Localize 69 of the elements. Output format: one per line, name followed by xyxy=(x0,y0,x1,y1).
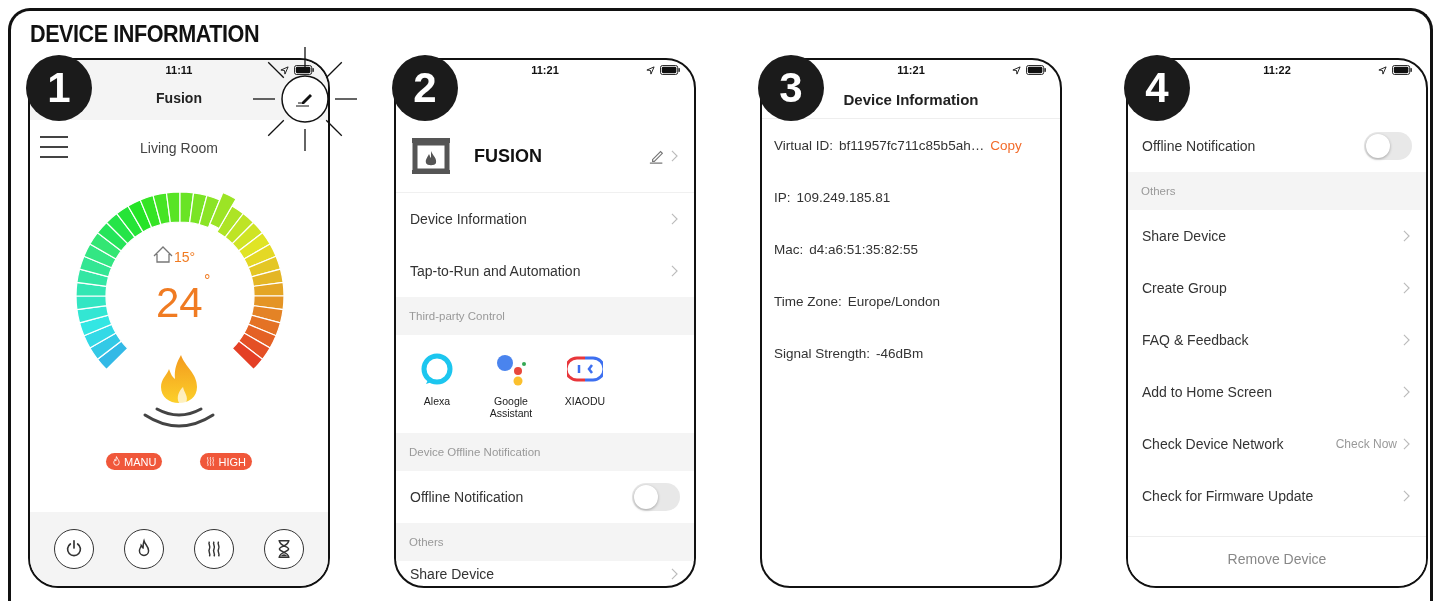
battery-icon xyxy=(1392,65,1412,75)
integration-label: XIAODU xyxy=(563,395,607,408)
control-button[interactable] xyxy=(54,529,94,569)
info-label: Virtual ID: xyxy=(774,137,834,153)
control-button[interactable] xyxy=(194,529,234,569)
info-value: 109.249.185.81 xyxy=(796,189,891,205)
section-header: Device Offline Notification xyxy=(396,433,694,471)
section-header: Others xyxy=(396,523,694,561)
settings-row[interactable]: Check for Firmware Update xyxy=(1128,470,1426,522)
control-button[interactable] xyxy=(264,529,304,569)
integration-label: Google Assistant xyxy=(488,395,534,420)
settings-row[interactable]: Create Group xyxy=(1128,262,1426,314)
setting-label: Offline Notification xyxy=(410,489,525,505)
mode-badge: HIGH xyxy=(200,453,252,470)
section-header: Others xyxy=(1128,172,1426,210)
settings-row[interactable]: Add to Home Screen xyxy=(1128,366,1426,418)
info-label: IP: xyxy=(774,189,791,205)
chevron-right-icon xyxy=(1403,438,1410,450)
info-label: Time Zone: xyxy=(774,293,842,309)
menu-icon[interactable] xyxy=(40,136,68,158)
info-value: d4:a6:51:35:82:55 xyxy=(809,241,919,257)
info-label: Mac: xyxy=(774,241,804,257)
location-arrow-icon xyxy=(646,65,655,75)
screen-title: Fusion xyxy=(156,90,202,106)
status-time: 11:21 xyxy=(531,64,559,76)
location-arrow-icon xyxy=(280,65,289,75)
status-time: 11:11 xyxy=(165,64,193,76)
device-name: FUSION xyxy=(474,145,542,167)
setting-label: Offline Notification xyxy=(1142,138,1257,154)
settings-row[interactable]: FAQ & Feedback xyxy=(1128,314,1426,366)
settings-row[interactable]: Check Device Network Check Now xyxy=(1128,418,1426,470)
control-button[interactable] xyxy=(124,529,164,569)
chevron-right-icon xyxy=(671,265,678,277)
chevron-right-icon xyxy=(1403,490,1410,502)
status-time: 11:22 xyxy=(1263,64,1291,76)
room-name: Living Room xyxy=(140,140,218,156)
integration-label: Alexa xyxy=(422,395,452,408)
set-temperature: 24 xyxy=(156,279,203,326)
toggle-switch[interactable] xyxy=(1364,132,1412,160)
battery-icon xyxy=(294,65,314,75)
indoor-temperature: 15° xyxy=(174,249,196,265)
toggle-switch[interactable] xyxy=(632,483,680,511)
battery-icon xyxy=(1026,65,1046,75)
info-value: Europe/London xyxy=(847,293,941,309)
location-arrow-icon xyxy=(1378,65,1387,75)
location-arrow-icon xyxy=(1012,65,1021,75)
chevron-right-icon xyxy=(671,567,678,580)
chevron-right-icon xyxy=(1403,386,1410,398)
chevron-right-icon xyxy=(1403,334,1410,346)
settings-row[interactable]: Device Information xyxy=(396,193,694,245)
settings-row[interactable]: Share Device xyxy=(1128,210,1426,262)
info-value: bf11957fc711c85b5ah… xyxy=(839,137,985,153)
section-header: Third-party Control xyxy=(396,297,694,335)
status-time: 11:21 xyxy=(897,64,925,76)
settings-row[interactable]: Tap-to-Run and Automation xyxy=(396,245,694,297)
degree-sign: ° xyxy=(204,272,211,289)
battery-icon xyxy=(660,65,680,75)
info-value: -46dBm xyxy=(876,345,924,361)
page-heading: DEVICE INFORMATION xyxy=(30,19,260,49)
mode-badge: MANU xyxy=(106,453,163,470)
settings-row[interactable]: Share Device xyxy=(396,561,694,586)
chevron-right-icon xyxy=(671,213,678,225)
fireplace-icon xyxy=(410,137,452,175)
chevron-right-icon xyxy=(1403,230,1410,242)
chevron-right-icon xyxy=(671,150,678,162)
info-label: Signal Strength: xyxy=(774,345,871,361)
house-icon xyxy=(153,246,173,263)
remove-device-button[interactable]: Remove Device xyxy=(1128,536,1426,586)
chevron-right-icon xyxy=(1403,282,1410,294)
